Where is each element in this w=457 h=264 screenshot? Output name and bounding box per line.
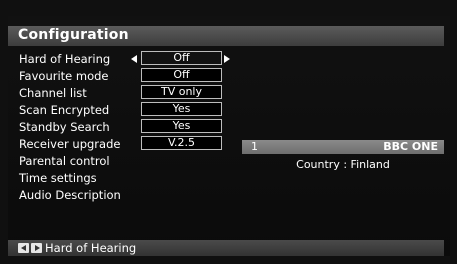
menu-item-parental-control[interactable]: Parental control [19, 154, 110, 168]
footer-hint-text: Hard of Hearing [45, 241, 137, 255]
hard-of-hearing-value[interactable]: Off [141, 51, 222, 65]
arrow-left-key-icon [18, 243, 29, 253]
receiver-upgrade-value[interactable]: V.2.5 [141, 136, 222, 150]
country-label: Country : Finland [296, 158, 390, 171]
standby-search-value[interactable]: Yes [141, 119, 222, 133]
menu-item-standby-search[interactable]: Standby Search [19, 120, 110, 134]
menu-item-favourite-mode[interactable]: Favourite mode [19, 69, 109, 83]
title-bar: Configuration [8, 26, 444, 46]
scan-encrypted-value[interactable]: Yes [141, 102, 222, 116]
menu-item-scan-encrypted[interactable]: Scan Encrypted [19, 103, 109, 117]
menu-item-channel-list[interactable]: Channel list [19, 86, 87, 100]
channel-info-bar: 1 BBC ONE [242, 140, 444, 154]
menu-item-receiver-upgrade[interactable]: Receiver upgrade [19, 137, 120, 151]
page-title: Configuration [18, 27, 129, 43]
right-arrow-icon[interactable] [224, 55, 230, 63]
channel-number: 1 [251, 140, 258, 153]
menu-item-time-settings[interactable]: Time settings [19, 171, 97, 185]
menu-item-audio-description[interactable]: Audio Description [19, 188, 121, 202]
channel-name: BBC ONE [383, 140, 438, 153]
favourite-mode-value[interactable]: Off [141, 68, 222, 82]
arrow-right-key-icon [31, 243, 42, 253]
footer-hint-bar: Hard of Hearing [8, 240, 444, 256]
menu-item-hard-of-hearing[interactable]: Hard of Hearing [19, 52, 110, 66]
channel-list-value[interactable]: TV only [141, 85, 222, 99]
left-arrow-icon[interactable] [131, 55, 137, 63]
tv-screen: Configuration Hard of Hearing Off Favour… [0, 0, 457, 264]
